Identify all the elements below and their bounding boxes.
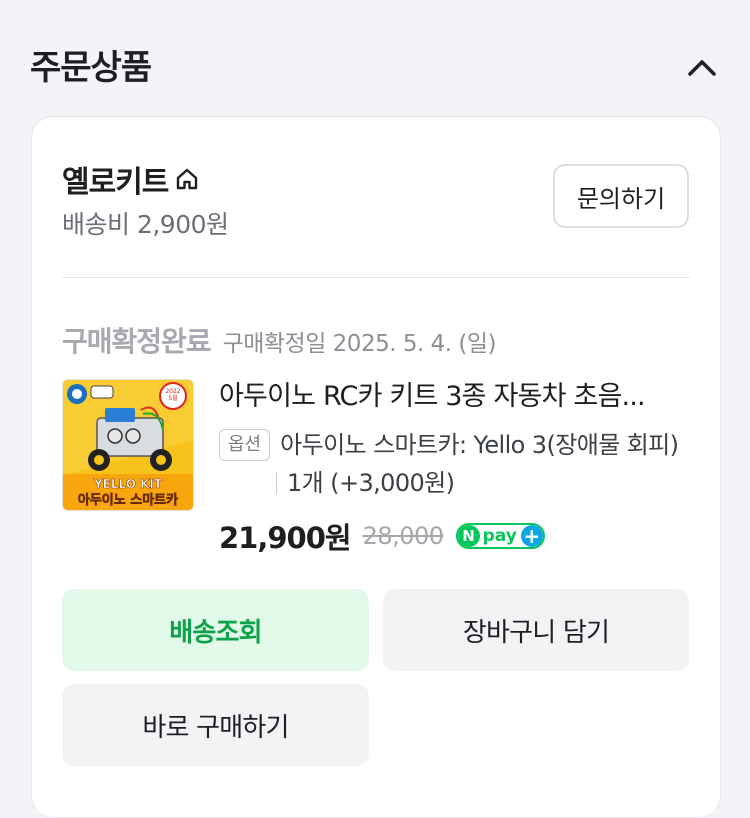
order-card: 옐로키트 배송비 2,900원 문의하기 구매확정완료 구매확정일 2025. … [31, 116, 721, 818]
option-text: 아두이노 스마트카: Yello 3(장애물 회피) [280, 431, 679, 459]
inquiry-button[interactable]: 문의하기 [553, 164, 689, 228]
option-row: 옵션 아두이노 스마트카: Yello 3(장애물 회피) [219, 427, 699, 463]
section-title: 주문상품 [30, 48, 152, 88]
option-tag: 옵션 [219, 429, 271, 461]
buy-now-button[interactable]: 바로 구매하기 [62, 684, 369, 766]
original-price: 28,000 [362, 522, 444, 550]
product-thumbnail[interactable]: 2022 5월 YELLO KIT 아두이노 스마트카 [62, 379, 194, 511]
track-delivery-button[interactable]: 배송조회 [62, 589, 369, 671]
quantity-separator [276, 472, 277, 494]
collapse-button[interactable] [684, 50, 720, 86]
npay-n-icon: N [457, 525, 480, 547]
order-status-line: 구매확정완료 구매확정일 2025. 5. 4. (일) [62, 320, 496, 360]
svg-text:5월: 5월 [168, 394, 177, 402]
npay-badge: N pay + [455, 523, 545, 549]
order-status: 구매확정완료 [62, 325, 212, 358]
seller-name[interactable]: 옐로키트 [62, 157, 200, 201]
quantity-row: 1개 (+3,000원) [276, 465, 699, 501]
npay-plus-icon: + [520, 525, 543, 547]
sale-price: 21,900원 [219, 521, 352, 555]
home-icon [177, 168, 198, 190]
product-image: 2022 5월 YELLO KIT 아두이노 스마트카 [63, 380, 193, 510]
product-info: 아두이노 RC카 키트 3종 자동차 초음... 옵션 아두이노 스마트카: Y… [219, 379, 699, 557]
chevron-up-icon [688, 60, 716, 76]
svg-text:YELLO KIT: YELLO KIT [93, 477, 163, 491]
npay-text: pay [482, 526, 517, 546]
confirm-date: 구매확정일 2025. 5. 4. (일) [222, 331, 497, 357]
shipping-fee: 배송비 2,900원 [62, 210, 229, 239]
svg-text:2022: 2022 [165, 388, 180, 395]
seller-name-label: 옐로키트 [62, 165, 169, 200]
product-name[interactable]: 아두이노 RC카 키트 3종 자동차 초음... [219, 379, 699, 415]
order-items-header: 주문상품 [30, 44, 720, 92]
price-row: 21,900원 28,000 N pay + [219, 515, 699, 557]
quantity-text: 1개 (+3,000원) [287, 469, 455, 497]
add-to-cart-button[interactable]: 장바구니 담기 [383, 589, 689, 671]
svg-text:아두이노 스마트카: 아두이노 스마트카 [78, 492, 178, 508]
divider [62, 277, 690, 278]
